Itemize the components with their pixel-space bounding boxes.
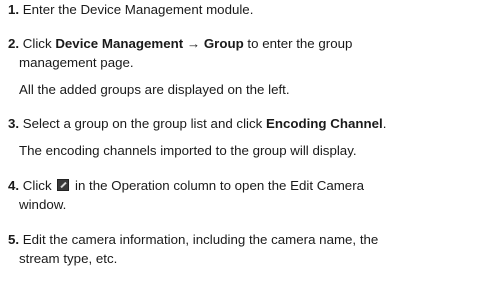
step-5: 5. Edit the camera information, includin… (8, 230, 482, 249)
step-text: Enter the Device Management module. (22, 2, 254, 17)
step-2: 2. Click Device Management → Group to en… (8, 34, 482, 53)
step-3: 3. Select a group on the group list and … (8, 114, 482, 133)
edit-icon (57, 179, 70, 191)
step-number: 1. (8, 2, 20, 17)
step-text-pre: Click (22, 36, 56, 51)
instruction-steps: 1. Enter the Device Management module. 2… (0, 0, 488, 286)
step-text-post: . (382, 116, 387, 131)
step-1: 1. Enter the Device Management module. (8, 0, 482, 19)
step-5-continuation: stream type, etc. (19, 251, 118, 266)
step-number: 4. (8, 178, 20, 193)
step-number: 3. (8, 116, 20, 131)
step-text-pre: Click (22, 178, 56, 193)
step-4-continuation: window. (19, 197, 67, 212)
encoding-channel-label: Encoding Channel (265, 116, 383, 131)
menu-path: Device Management → Group (55, 36, 244, 51)
step-text-post: to enter the group (243, 36, 353, 51)
step-2-note: All the added groups are displayed on th… (19, 82, 290, 97)
step-text-pre: Select a group on the group list and cli… (22, 116, 266, 131)
step-3-note: The encoding channels imported to the gr… (19, 143, 357, 158)
step-2-continuation: management page. (19, 55, 134, 70)
step-text: Edit the camera information, including t… (22, 232, 379, 247)
step-4: 4. Click in the Operation column to open… (8, 176, 482, 195)
step-number: 2. (8, 36, 20, 51)
step-number: 5. (8, 232, 20, 247)
step-text-post: in the Operation column to open the Edit… (71, 178, 365, 193)
